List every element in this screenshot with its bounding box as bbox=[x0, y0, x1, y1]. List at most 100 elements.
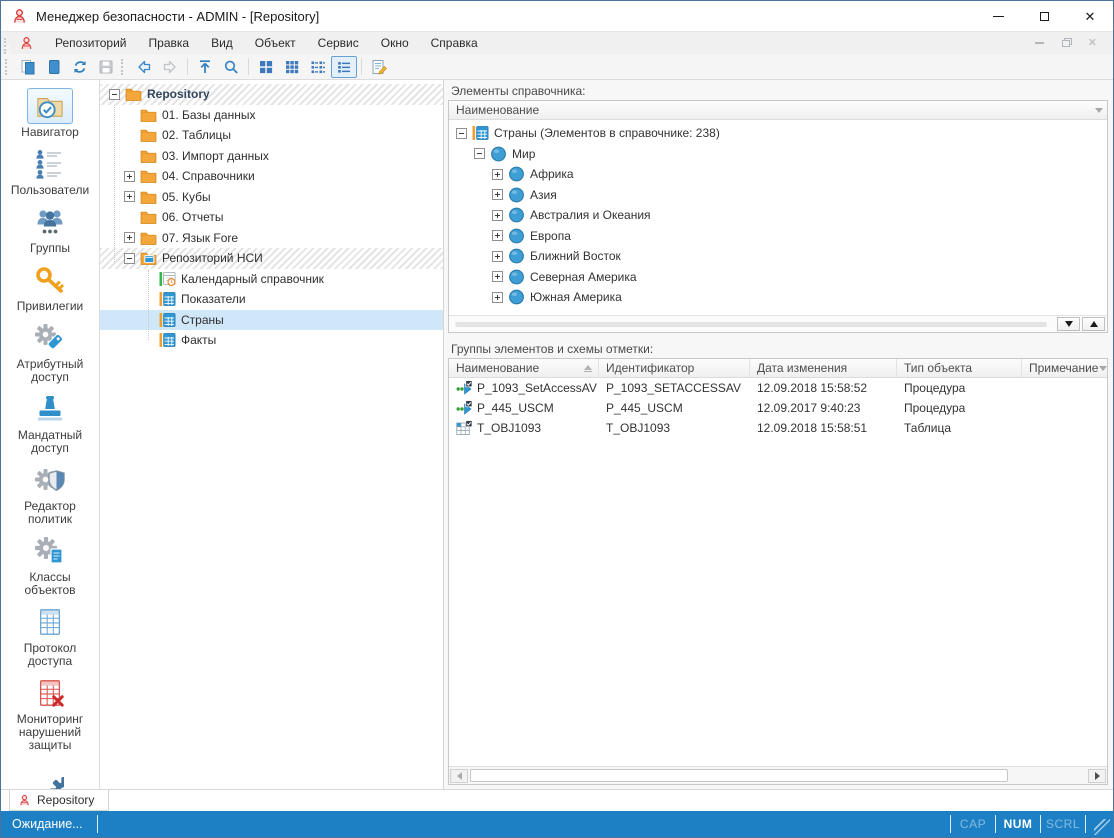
column-header-identifier[interactable]: Идентификатор bbox=[599, 359, 750, 377]
collapse-icon[interactable] bbox=[109, 89, 120, 100]
tree-node-label: 03. Импорт данных bbox=[162, 149, 269, 163]
menu-view[interactable]: Вид bbox=[200, 32, 244, 54]
element-node-south-america[interactable]: Южная Америка bbox=[449, 287, 1107, 308]
sidebar-item-users[interactable]: Пользователи bbox=[3, 143, 97, 201]
tree-node-dictionaries[interactable]: 04. Справочники bbox=[100, 166, 443, 187]
search-button[interactable] bbox=[218, 56, 244, 78]
menu-window[interactable]: Окно bbox=[370, 32, 420, 54]
sidebar-item-violation-monitoring[interactable]: Мониторинг нарушений защиты bbox=[3, 672, 97, 756]
sidebar-item-service[interactable]: Сервис bbox=[3, 756, 97, 789]
collapse-icon[interactable] bbox=[474, 148, 485, 159]
tree-node-calendar-dictionary[interactable]: Календарный справочник bbox=[100, 269, 443, 290]
scroll-left-button[interactable] bbox=[450, 769, 468, 783]
sidebar-item-mandate-access[interactable]: Мандатный доступ bbox=[3, 388, 97, 459]
sidebar-item-object-classes[interactable]: Классы объектов bbox=[3, 530, 97, 601]
toolbar-grip[interactable] bbox=[121, 59, 127, 75]
sidebar-item-groups[interactable]: Группы bbox=[3, 201, 97, 259]
tree-node-import[interactable]: 03. Импорт данных bbox=[100, 146, 443, 167]
horizontal-scrollbar-track[interactable] bbox=[455, 322, 1047, 327]
expand-icon[interactable] bbox=[492, 292, 503, 303]
close-button[interactable]: ✕ bbox=[1067, 1, 1113, 31]
tab-repository[interactable]: Repository bbox=[9, 790, 109, 811]
menu-service[interactable]: Сервис bbox=[307, 32, 370, 54]
repository-tab-icon bbox=[18, 794, 31, 807]
sidebar-item-privileges[interactable]: Привилегии bbox=[3, 259, 97, 317]
collapse-icon[interactable] bbox=[456, 128, 467, 139]
tree-node-databases[interactable]: 01. Базы данных bbox=[100, 105, 443, 126]
element-node-world[interactable]: Мир bbox=[449, 144, 1107, 165]
procedure-icon bbox=[456, 380, 473, 396]
scroll-right-button[interactable] bbox=[1088, 769, 1106, 783]
tree-node-indicators[interactable]: Показатели bbox=[100, 289, 443, 310]
expand-icon[interactable] bbox=[492, 271, 503, 282]
elements-column-header[interactable]: Наименование bbox=[449, 101, 1107, 120]
column-filter-icon[interactable] bbox=[1095, 108, 1103, 113]
tree-node-repository[interactable]: Repository bbox=[100, 84, 443, 105]
element-node-middle-east[interactable]: Ближний Восток bbox=[449, 246, 1107, 267]
menu-edit[interactable]: Правка bbox=[138, 32, 201, 54]
scroll-up-button[interactable] bbox=[1082, 317, 1105, 331]
sidebar-item-policy-editor[interactable]: Редактор политик bbox=[3, 459, 97, 530]
small-icons-view-button[interactable] bbox=[279, 56, 305, 78]
expand-icon[interactable] bbox=[492, 169, 503, 180]
table-row[interactable]: T_OBJ1093 T_OBJ1093 12.09.2018 15:58:51 … bbox=[449, 418, 1107, 438]
edit-notes-button[interactable] bbox=[366, 56, 392, 78]
table-row[interactable]: P_445_USCM P_445_USCM 12.09.2017 9:40:23… bbox=[449, 398, 1107, 418]
column-header-name[interactable]: Наименование bbox=[449, 359, 599, 377]
tree-node-tables[interactable]: 02. Таблицы bbox=[100, 125, 443, 146]
list-view-button[interactable] bbox=[305, 56, 331, 78]
tree-node-cubes[interactable]: 05. Кубы bbox=[100, 187, 443, 208]
save-button[interactable] bbox=[93, 56, 119, 78]
copy-document-button[interactable] bbox=[15, 56, 41, 78]
table-row[interactable]: P_1093_SetAccessAV P_1093_SETACCESSAV 12… bbox=[449, 378, 1107, 398]
menubar-grip[interactable] bbox=[4, 38, 9, 54]
column-header-type[interactable]: Тип объекта bbox=[897, 359, 1022, 377]
tree-node-nsi-repository[interactable]: Репозиторий НСИ bbox=[100, 248, 443, 269]
minimize-button[interactable] bbox=[975, 1, 1021, 31]
forward-button[interactable] bbox=[157, 56, 183, 78]
tree-node-countries[interactable]: Страны bbox=[100, 310, 443, 331]
maximize-button[interactable] bbox=[1021, 1, 1067, 31]
new-document-button[interactable] bbox=[41, 56, 67, 78]
tree-node-reports[interactable]: 06. Отчеты bbox=[100, 207, 443, 228]
expand-icon[interactable] bbox=[492, 230, 503, 241]
cell-type: Таблица bbox=[904, 421, 951, 435]
element-node-europe[interactable]: Европа bbox=[449, 226, 1107, 247]
mdi-minimize-icon[interactable] bbox=[1035, 42, 1044, 44]
mdi-restore-icon[interactable] bbox=[1062, 40, 1070, 47]
menu-object[interactable]: Объект bbox=[244, 32, 307, 54]
large-icons-view-button[interactable] bbox=[253, 56, 279, 78]
column-header-date[interactable]: Дата изменения bbox=[750, 359, 897, 377]
resize-grip[interactable] bbox=[1094, 819, 1110, 835]
expand-icon[interactable] bbox=[124, 171, 135, 182]
element-node-asia[interactable]: Азия bbox=[449, 185, 1107, 206]
expand-icon[interactable] bbox=[124, 191, 135, 202]
sidebar-item-navigator[interactable]: Навигатор bbox=[3, 85, 97, 143]
refresh-button[interactable] bbox=[67, 56, 93, 78]
sidebar-item-access-protocol[interactable]: Протокол доступа bbox=[3, 601, 97, 672]
expand-icon[interactable] bbox=[492, 189, 503, 200]
mdi-close-icon[interactable]: ✕ bbox=[1088, 38, 1097, 49]
menu-help[interactable]: Справка bbox=[420, 32, 489, 54]
element-node-north-america[interactable]: Северная Америка bbox=[449, 267, 1107, 288]
go-to-top-button[interactable] bbox=[192, 56, 218, 78]
menu-repository[interactable]: Репозиторий bbox=[44, 32, 138, 54]
tree-node-facts[interactable]: Факты bbox=[100, 330, 443, 351]
expand-icon[interactable] bbox=[124, 232, 135, 243]
back-button[interactable] bbox=[131, 56, 157, 78]
sidebar-item-attribute-access[interactable]: Атрибутный доступ bbox=[3, 317, 97, 388]
column-filter-icon[interactable] bbox=[1099, 366, 1107, 371]
details-view-button[interactable] bbox=[331, 56, 357, 78]
scroll-down-button[interactable] bbox=[1057, 317, 1080, 331]
element-node-africa[interactable]: Африка bbox=[449, 164, 1107, 185]
element-node-australia-oceania[interactable]: Австралия и Океания bbox=[449, 205, 1107, 226]
expand-icon[interactable] bbox=[492, 251, 503, 262]
collapse-icon[interactable] bbox=[124, 253, 135, 264]
column-header-note[interactable]: Примечание bbox=[1022, 359, 1107, 377]
element-node-countries-root[interactable]: Страны (Элементов в справочнике: 238) bbox=[449, 123, 1107, 144]
toolbar-grip[interactable] bbox=[5, 59, 11, 75]
expand-icon[interactable] bbox=[492, 210, 503, 221]
nsi-folder-icon bbox=[140, 250, 157, 266]
tree-node-fore-language[interactable]: 07. Язык Fore bbox=[100, 228, 443, 249]
horizontal-scrollbar-thumb[interactable] bbox=[470, 769, 1008, 782]
